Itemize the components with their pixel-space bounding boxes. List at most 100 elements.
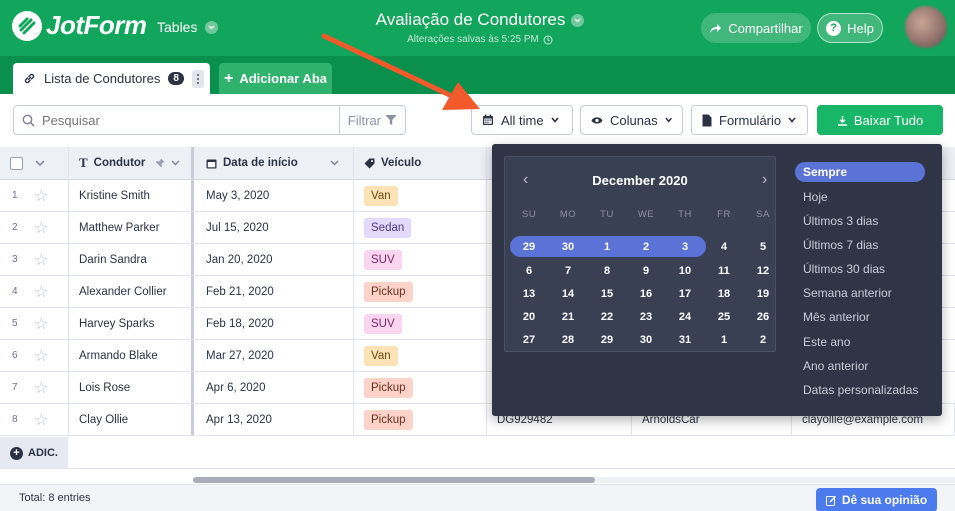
name-cell[interactable]: Kristine Smith — [69, 180, 194, 211]
calendar-day[interactable]: 3 — [670, 237, 700, 257]
preset-este-ano[interactable]: Este ano — [795, 332, 925, 352]
preset-ultimos-7-dias[interactable]: Últimos 7 dias — [795, 235, 925, 255]
calendar-day[interactable]: 7 — [553, 261, 583, 281]
column-header-veiculo[interactable]: Veículo — [354, 147, 487, 179]
vehicle-cell[interactable]: SUV — [354, 244, 487, 275]
more-vertical-icon[interactable] — [191, 69, 204, 88]
calendar-day[interactable]: 6 — [514, 261, 544, 281]
vehicle-cell[interactable]: Van — [354, 180, 487, 211]
chevron-right-icon[interactable]: › — [762, 171, 767, 189]
calendar-day[interactable]: 14 — [553, 284, 583, 304]
calendar-day[interactable]: 30 — [553, 237, 583, 257]
name-cell[interactable]: Lois Rose — [69, 372, 194, 403]
help-button[interactable]: ? Help — [817, 13, 883, 43]
calendar-day[interactable]: 5 — [748, 237, 778, 257]
star-icon[interactable]: ☆ — [34, 250, 48, 270]
date-cell[interactable]: Jan 20, 2020 — [196, 244, 354, 275]
pin-icon[interactable] — [155, 158, 165, 168]
calendar-day[interactable]: 31 — [670, 330, 700, 350]
calendar-day[interactable]: 12 — [748, 261, 778, 281]
preset-ultimos-30-dias[interactable]: Últimos 30 dias — [795, 259, 925, 279]
calendar-day[interactable]: 19 — [748, 284, 778, 304]
calendar-day[interactable]: 24 — [670, 307, 700, 327]
star-icon[interactable]: ☆ — [34, 378, 48, 398]
calendar-day[interactable]: 9 — [631, 261, 661, 281]
preset-ultimos-3-dias[interactable]: Últimos 3 dias — [795, 211, 925, 231]
preset-sempre[interactable]: Sempre — [795, 162, 925, 182]
search-input[interactable] — [42, 112, 339, 128]
calendar-day[interactable]: 29 — [514, 237, 544, 257]
calendar-day[interactable]: 13 — [514, 284, 544, 304]
name-cell[interactable]: Matthew Parker — [69, 212, 194, 243]
calendar-day[interactable]: 21 — [553, 307, 583, 327]
calendar-day[interactable]: 22 — [592, 307, 622, 327]
column-header-data-de-inicio[interactable]: Data de início — [196, 147, 354, 179]
name-cell[interactable]: Armando Blake — [69, 340, 194, 371]
calendar-day[interactable]: 30 — [631, 330, 661, 350]
jotform-logo[interactable]: JotForm — [12, 10, 147, 41]
feedback-button[interactable]: Dê sua opinião — [816, 488, 937, 511]
avatar[interactable] — [905, 6, 947, 48]
calendar-day[interactable]: 2 — [631, 237, 661, 257]
calendar-day[interactable]: 1 — [592, 237, 622, 257]
calendar-day[interactable]: 2 — [748, 330, 778, 350]
calendar-day[interactable]: 18 — [709, 284, 739, 304]
preset-mes-anterior[interactable]: Mês anterior — [795, 307, 925, 327]
tab-lista-de-condutores[interactable]: Lista de Condutores 8 — [13, 63, 210, 94]
calendar-day[interactable]: 15 — [592, 284, 622, 304]
add-row-button[interactable]: + ADIC. — [0, 437, 68, 469]
columns-button[interactable]: Colunas — [580, 105, 683, 135]
share-button[interactable]: Compartilhar — [701, 13, 811, 43]
name-cell[interactable]: Alexander Collier — [69, 276, 194, 307]
star-icon[interactable]: ☆ — [34, 410, 48, 430]
star-icon[interactable]: ☆ — [34, 218, 48, 238]
date-cell[interactable]: Apr 6, 2020 — [196, 372, 354, 403]
star-icon[interactable]: ☆ — [34, 346, 48, 366]
form-button[interactable]: Formulário — [691, 105, 808, 135]
date-cell[interactable]: Feb 21, 2020 — [196, 276, 354, 307]
page-title[interactable]: Avaliação de Condutores — [376, 10, 585, 30]
vehicle-cell[interactable]: Pickup — [354, 404, 487, 435]
column-header-condutor[interactable]: T Condutor — [69, 147, 194, 179]
calendar-day[interactable]: 8 — [592, 261, 622, 281]
calendar-day[interactable]: 16 — [631, 284, 661, 304]
calendar-day[interactable]: 1 — [709, 330, 739, 350]
calendar-day[interactable]: 23 — [631, 307, 661, 327]
calendar-day[interactable]: 28 — [553, 330, 583, 350]
preset-ano-anterior[interactable]: Ano anterior — [795, 356, 925, 376]
chevron-down-icon[interactable] — [330, 160, 339, 166]
name-cell[interactable]: Harvey Sparks — [69, 308, 194, 339]
horizontal-scrollbar[interactable] — [193, 477, 595, 483]
add-tab-button[interactable]: + Adicionar Aba — [219, 63, 332, 94]
calendar-day[interactable]: 29 — [592, 330, 622, 350]
calendar-day[interactable]: 4 — [709, 237, 739, 257]
vehicle-cell[interactable]: Pickup — [354, 372, 487, 403]
calendar-day[interactable]: 26 — [748, 307, 778, 327]
star-icon[interactable]: ☆ — [34, 186, 48, 206]
date-cell[interactable]: May 3, 2020 — [196, 180, 354, 211]
date-cell[interactable]: Jul 15, 2020 — [196, 212, 354, 243]
calendar-day[interactable]: 25 — [709, 307, 739, 327]
preset-semana-anterior[interactable]: Semana anterior — [795, 283, 925, 303]
vehicle-cell[interactable]: SUV — [354, 308, 487, 339]
name-cell[interactable]: Darin Sandra — [69, 244, 194, 275]
chevron-down-icon[interactable] — [171, 160, 180, 166]
calendar-day[interactable]: 20 — [514, 307, 544, 327]
chevron-down-icon[interactable] — [35, 160, 45, 166]
date-range-button[interactable]: All time — [471, 105, 573, 135]
preset-datas-personalizadas[interactable]: Datas personalizadas — [795, 380, 925, 400]
calendar-day[interactable]: 10 — [670, 261, 700, 281]
star-icon[interactable]: ☆ — [34, 314, 48, 334]
date-cell[interactable]: Apr 13, 2020 — [196, 404, 354, 435]
app-switcher[interactable]: Tables — [157, 19, 219, 35]
calendar-day[interactable]: 11 — [709, 261, 739, 281]
date-cell[interactable]: Mar 27, 2020 — [196, 340, 354, 371]
select-all-checkbox[interactable] — [10, 156, 23, 170]
preset-hoje[interactable]: Hoje — [795, 187, 925, 207]
vehicle-cell[interactable]: Pickup — [354, 276, 487, 307]
calendar-day[interactable]: 27 — [514, 330, 544, 350]
download-all-button[interactable]: Baixar Tudo — [817, 105, 943, 135]
calendar-day[interactable]: 17 — [670, 284, 700, 304]
date-cell[interactable]: Feb 18, 2020 — [196, 308, 354, 339]
star-icon[interactable]: ☆ — [34, 282, 48, 302]
